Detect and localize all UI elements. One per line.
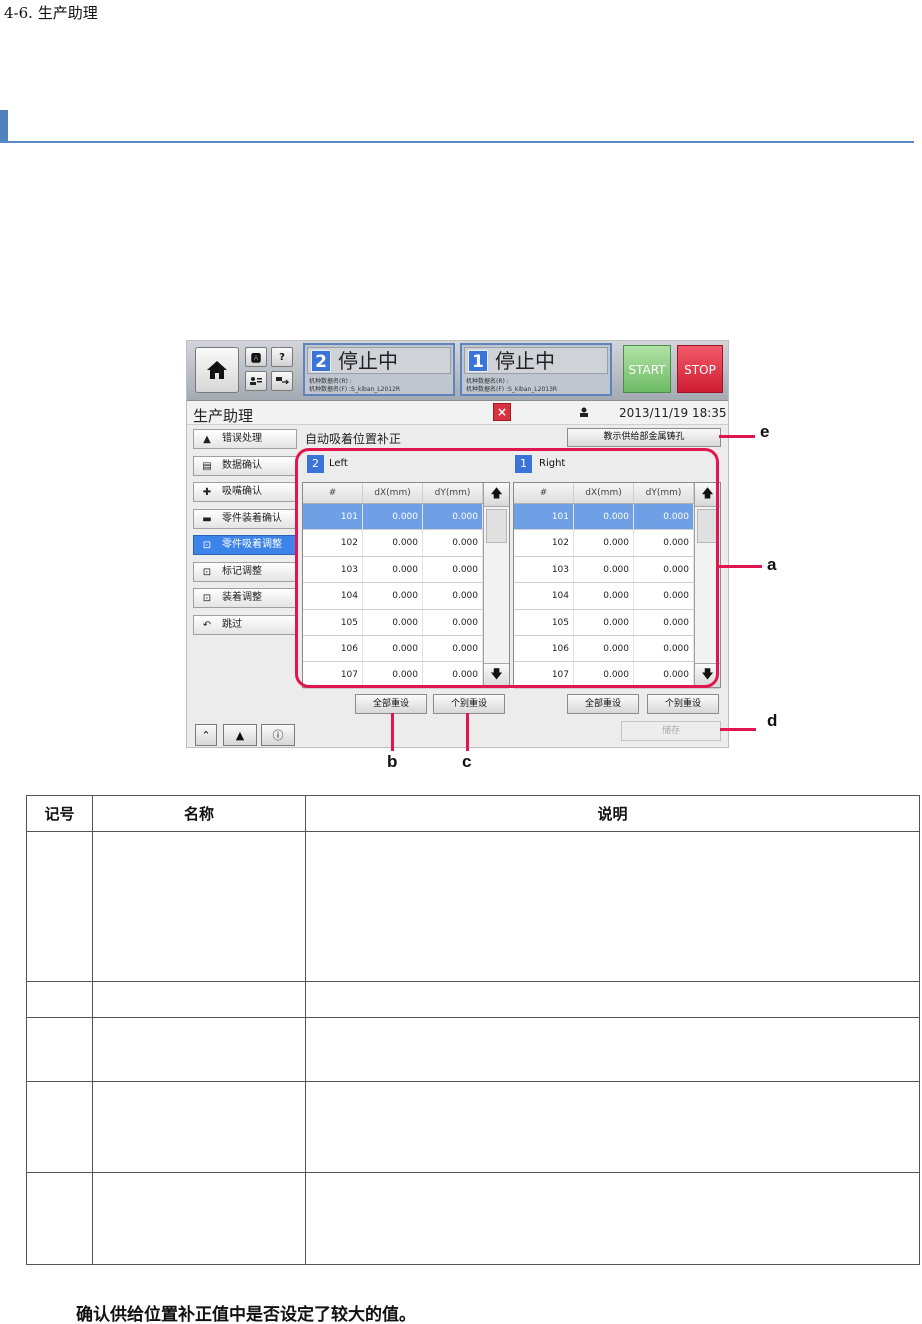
sidebar-item-error-handling[interactable]: ▲ 错误处理 — [193, 429, 297, 449]
sidebar-item-nozzle-check[interactable]: ✚ 吸嘴确认 — [193, 482, 297, 502]
note-text: 确认供给位置补正值中是否设定了较大的值。 — [76, 1305, 416, 1324]
table-row — [26, 981, 920, 1018]
transfer-icon — [276, 377, 289, 385]
sidebar-item-part-mount-check[interactable]: ▬ 零件装着确认 — [193, 509, 297, 529]
left-reset-all-button[interactable]: 全部重设 — [355, 694, 427, 714]
table-row — [26, 1172, 920, 1265]
callout-line-d — [720, 728, 756, 731]
operator-icon — [250, 377, 262, 385]
help-button[interactable]: ? — [271, 347, 293, 367]
right-reset-all-button[interactable]: 全部重设 — [567, 694, 639, 714]
skip-icon: ↶ — [202, 619, 212, 631]
alarm-button[interactable]: ▲ — [223, 724, 257, 746]
operator-button[interactable] — [245, 371, 267, 391]
user-icon — [580, 407, 588, 417]
language-icon: 🅰 — [251, 353, 261, 365]
callout-label-b: b — [387, 752, 398, 771]
info-icon: ⓘ — [272, 729, 284, 742]
mark-adjust-icon: ⊡ — [202, 566, 212, 578]
lane-number-badge: 1 — [468, 350, 488, 372]
data-check-icon: ▤ — [202, 460, 212, 472]
left-reset-single-button[interactable]: 个别重设 — [433, 694, 505, 714]
pickup-adjust-icon: ⊡ — [202, 539, 212, 551]
status-panel-1[interactable]: 1 停止中 机种数据名(R) : 机种数据名(F) :S_kiban_L2013… — [460, 343, 612, 396]
close-button[interactable]: × — [493, 403, 511, 421]
callout-line-c — [466, 713, 469, 751]
callout-line-b — [391, 713, 394, 751]
transfer-button[interactable] — [271, 371, 293, 391]
status-text: 停止中 — [495, 349, 555, 373]
table-row — [26, 831, 920, 982]
table-row — [26, 1081, 920, 1173]
mount-adjust-icon: ⊡ — [202, 592, 212, 604]
program-name: 机种数据名(R) : 机种数据名(F) :S_kiban_L2012R — [309, 378, 401, 393]
ui-top-bar: 🅰 ? 2 停止中 机种数据名(R) : 机种数据名(F) :S_kiban_L… — [187, 341, 728, 401]
title-row: 生产助理 × 2013/11/19 18:35 — [187, 401, 728, 425]
sidebar-item-mount-adjust[interactable]: ⊡ 装着调整 — [193, 588, 297, 608]
warning-person-icon: ▲ — [203, 433, 211, 445]
home-icon — [207, 361, 227, 379]
double-chevron-up-icon: ⌃ — [201, 728, 211, 742]
datetime: 2013/11/19 18:35 — [619, 406, 727, 420]
save-button[interactable]: 储存 — [621, 721, 721, 741]
content-title: 自动吸着位置补正 — [305, 432, 402, 446]
heading-bar — [0, 110, 8, 142]
callout-label-d: d — [767, 711, 778, 730]
info-button[interactable]: ⓘ — [261, 724, 295, 746]
status-panel-2[interactable]: 2 停止中 机种数据名(R) : 机种数据名(F) :S_kiban_L2012… — [303, 343, 455, 396]
col-header-name: 名称 — [92, 795, 306, 832]
col-header-description: 说明 — [305, 795, 920, 832]
section-number: 4-6. 生产助理 — [4, 4, 98, 22]
col-header-symbol: 记号 — [26, 795, 93, 832]
table-header-row: 记号 名称 说明 — [26, 795, 920, 832]
language-button[interactable]: 🅰 — [245, 347, 267, 367]
table-row — [26, 1017, 920, 1082]
help-icon: ? — [279, 351, 285, 363]
stop-button[interactable]: STOP — [677, 345, 723, 393]
heading-rule — [0, 141, 914, 143]
sidebar-item-skip[interactable]: ↶ 跳过 — [193, 615, 297, 635]
callout-line-a — [718, 565, 762, 568]
right-reset-single-button[interactable]: 个别重设 — [647, 694, 719, 714]
start-button[interactable]: START — [623, 345, 671, 393]
sidebar-item-data-check[interactable]: ▤ 数据确认 — [193, 456, 297, 476]
ui-screenshot: 🅰 ? 2 停止中 机种数据名(R) : 机种数据名(F) :S_kiban_L… — [186, 340, 729, 748]
lane-number-badge: 2 — [311, 350, 331, 372]
callout-label-a: a — [767, 555, 777, 574]
sidebar-item-mark-adjust[interactable]: ⊡ 标记调整 — [193, 562, 297, 582]
callout-label-e: e — [760, 422, 770, 441]
callout-line-e — [719, 435, 755, 438]
status-text: 停止中 — [338, 349, 398, 373]
callout-highlight-a — [295, 448, 719, 688]
program-name: 机种数据名(R) : 机种数据名(F) :S_kiban_L2013R — [466, 378, 558, 393]
collapse-button[interactable]: ⌃ — [195, 724, 217, 746]
part-mount-icon: ▬ — [202, 513, 212, 525]
nozzle-icon: ✚ — [202, 486, 212, 498]
teach-feeder-hole-button[interactable]: 教示供给部金属铸孔 — [567, 428, 721, 447]
screen-title: 生产助理 — [193, 407, 254, 425]
sidebar-item-pickup-adjust[interactable]: ⊡ 零件吸着调整 — [193, 535, 297, 555]
warning-icon: ▲ — [235, 728, 245, 742]
description-table: 记号 名称 说明 — [26, 795, 920, 1265]
callout-label-c: c — [462, 752, 472, 771]
home-button[interactable] — [195, 347, 239, 393]
